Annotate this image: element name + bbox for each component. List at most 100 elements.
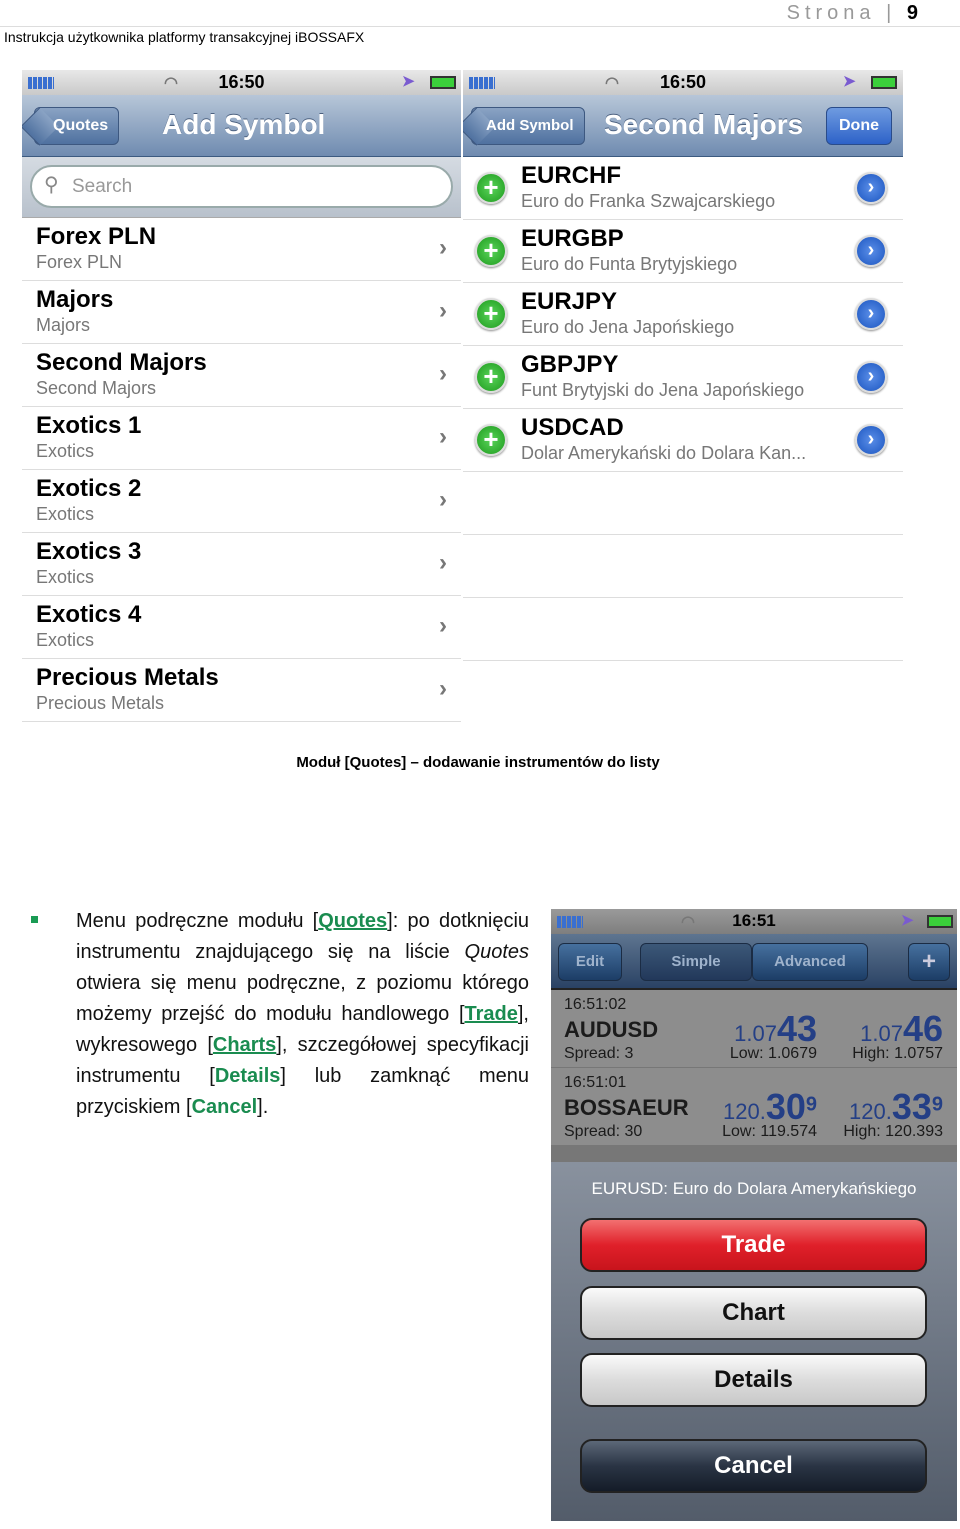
row-subtitle: Majors xyxy=(36,315,91,335)
chevron-right-icon: › xyxy=(439,486,447,513)
quote-symbol: AUDUSD xyxy=(564,1017,659,1042)
chevron-right-icon: › xyxy=(439,360,447,387)
search-bar: ⚲ Search xyxy=(22,157,461,218)
chart-button[interactable]: Chart xyxy=(580,1286,927,1340)
chevron-right-icon: › xyxy=(439,675,447,702)
chevron-right-icon: › xyxy=(439,234,447,261)
search-placeholder: Search xyxy=(72,176,133,197)
disclosure-icon[interactable]: › xyxy=(855,172,887,204)
quote-row[interactable]: 16:51:02 AUDUSD Spread: 3 1.0743 1.0746 Low: … xyxy=(551,990,957,1068)
document-header-title: Instrukcja użytkownika platformy transak… xyxy=(4,29,365,45)
disclosure-icon[interactable]: › xyxy=(855,361,887,393)
empty-row xyxy=(463,535,903,598)
action-sheet: EURUSD: Euro do Dolara Amerykańskiego Tr… xyxy=(551,1162,957,1521)
ask-price: 120.339 xyxy=(849,1086,943,1127)
bullet xyxy=(31,916,38,923)
quotes-context-menu-screen: ◠ 16:51 ➤ Edit Simple Advanced + 16:51:02 A… xyxy=(551,909,957,1521)
clock: 16:51 xyxy=(732,911,776,930)
quotes-toolbar: Edit Simple Advanced + xyxy=(551,934,957,990)
nav-bar: Quotes Add Symbol xyxy=(22,95,461,157)
add-circle-icon[interactable]: + xyxy=(475,361,507,393)
row-subtitle: Precious Metals xyxy=(36,693,165,713)
symbol-row[interactable]: + EURCHF Euro do Franka Szwajcarskiego › xyxy=(463,157,903,220)
quote-row[interactable]: 16:51:01 BOSSAEUR Spread: 30 120.309 120.339… xyxy=(551,1068,957,1146)
row-title: USDCAD xyxy=(521,414,624,441)
add-button[interactable]: + xyxy=(908,943,950,981)
row-subtitle: Exotics xyxy=(36,441,95,461)
charts-link[interactable]: Charts xyxy=(213,1034,276,1056)
disclosure-icon[interactable]: › xyxy=(855,298,887,330)
row-title: GBPJPY xyxy=(521,351,619,378)
back-button[interactable]: Add Symbol xyxy=(471,107,585,145)
quotes-link[interactable]: Quotes xyxy=(318,910,387,932)
bid-price: 1.0743 xyxy=(734,1008,817,1049)
quote-low: Low: 119.574 xyxy=(722,1123,817,1140)
header-divider xyxy=(0,26,960,27)
row-title: Exotics 4 xyxy=(36,601,142,628)
symbol-group-row[interactable]: Exotics 4 Exotics › xyxy=(22,596,461,659)
tab-simple[interactable]: Simple xyxy=(640,943,752,981)
symbol-group-row[interactable]: Exotics 2 Exotics › xyxy=(22,470,461,533)
page-label: Strona xyxy=(786,2,876,24)
quote-spread: Spread: 3 xyxy=(564,1045,634,1062)
symbol-group-row[interactable]: Precious Metals Precious Metals › xyxy=(22,659,461,722)
trade-link[interactable]: Trade xyxy=(465,1003,518,1025)
nav-title: Second Majors xyxy=(604,109,804,140)
details-ref: Details xyxy=(214,1065,281,1087)
ask-price: 1.0746 xyxy=(860,1008,943,1049)
symbol-group-row[interactable]: Exotics 3 Exotics › xyxy=(22,533,461,596)
symbol-group-row[interactable]: Majors Majors › xyxy=(22,281,461,344)
cancel-button[interactable]: Cancel xyxy=(580,1439,927,1493)
quote-spread: Spread: 30 xyxy=(564,1123,643,1140)
symbol-row[interactable]: + EURJPY Euro do Jena Japońskiego › xyxy=(463,283,903,346)
row-title: EURGBP xyxy=(521,225,624,252)
quote-high: High: 1.0757 xyxy=(852,1045,943,1062)
quote-high: High: 120.393 xyxy=(843,1123,943,1140)
action-sheet-title: EURUSD: Euro do Dolara Amerykańskiego xyxy=(591,1179,917,1198)
battery-icon xyxy=(871,76,897,89)
symbol-row[interactable]: + USDCAD Dolar Amerykański do Dolara Kan..… xyxy=(463,409,903,472)
location-icon: ➤ xyxy=(402,73,415,90)
disclosure-icon[interactable]: › xyxy=(855,424,887,456)
row-title: EURJPY xyxy=(521,288,618,315)
row-subtitle: Exotics xyxy=(36,504,95,524)
add-circle-icon[interactable]: + xyxy=(475,172,507,204)
second-majors-screen: ◠ 16:50 ➤ Add Symbol Second Majors Done + EUR… xyxy=(463,70,903,728)
add-circle-icon[interactable]: + xyxy=(475,235,507,267)
row-subtitle: Second Majors xyxy=(36,378,157,398)
details-button[interactable]: Details xyxy=(580,1353,927,1407)
row-title: Precious Metals xyxy=(36,664,219,691)
back-button[interactable]: Quotes xyxy=(34,107,120,145)
symbol-group-row[interactable]: Exotics 1 Exotics › xyxy=(22,407,461,470)
page-number: Strona | 9 xyxy=(786,2,918,24)
status-bar: ◠ 16:50 ➤ xyxy=(463,70,903,95)
add-symbol-screen: ◠ 16:50 ➤ Quotes Add Symbol ⚲ Search Forex P… xyxy=(22,70,461,728)
empty-row xyxy=(463,472,903,535)
search-icon: ⚲ xyxy=(44,174,59,196)
symbol-group-row[interactable]: Second Majors Second Majors › xyxy=(22,344,461,407)
row-subtitle: Exotics xyxy=(36,630,95,650)
search-input[interactable]: ⚲ Search xyxy=(30,165,453,208)
row-title: Forex PLN xyxy=(36,223,157,250)
row-subtitle: Euro do Franka Szwajcarskiego xyxy=(521,191,776,211)
add-circle-icon[interactable]: + xyxy=(475,424,507,456)
symbol-row[interactable]: + EURGBP Euro do Funta Brytyjskiego › xyxy=(463,220,903,283)
status-bar: ◠ 16:50 ➤ xyxy=(22,70,461,95)
symbol-group-row[interactable]: Forex PLN Forex PLN › xyxy=(22,218,461,281)
body-paragraph: Menu podręczne modułu [Quotes]: po dotkn… xyxy=(76,910,530,1118)
row-title: Exotics 1 xyxy=(36,412,142,439)
clock: 16:50 xyxy=(218,72,265,92)
disclosure-icon[interactable]: › xyxy=(855,235,887,267)
tab-advanced[interactable]: Advanced xyxy=(752,943,868,981)
done-button[interactable]: Done xyxy=(826,107,892,145)
trade-button[interactable]: Trade xyxy=(580,1218,927,1272)
edit-button[interactable]: Edit xyxy=(558,943,622,981)
symbol-row[interactable]: + GBPJPY Funt Brytyjski do Jena Japońskieg… xyxy=(463,346,903,409)
quote-time: 16:51:01 xyxy=(564,1074,627,1091)
add-circle-icon[interactable]: + xyxy=(475,298,507,330)
status-bar: ◠ 16:51 ➤ xyxy=(551,909,957,934)
quote-time: 16:51:02 xyxy=(564,996,627,1013)
row-subtitle: Funt Brytyjski do Jena Japońskiego xyxy=(521,380,805,400)
bid-price: 120.309 xyxy=(723,1086,817,1127)
row-title: Exotics 3 xyxy=(36,538,142,565)
